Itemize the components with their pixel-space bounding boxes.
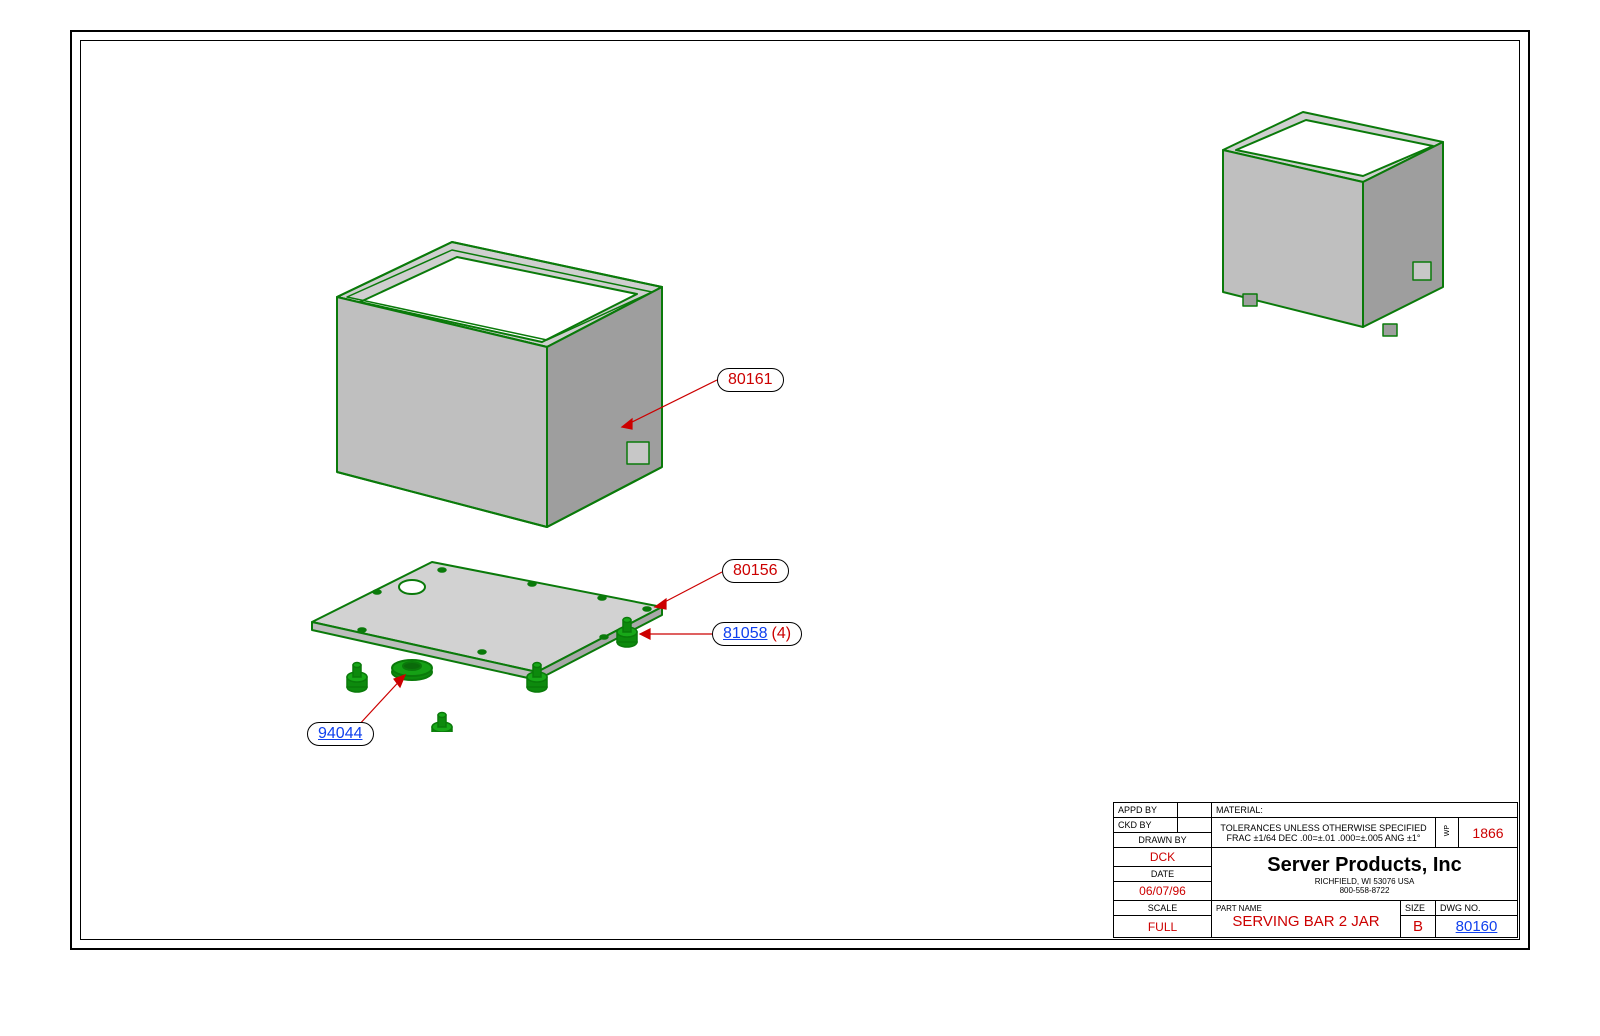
tb-material-lbl: MATERIAL: <box>1212 803 1518 818</box>
tb-drawn-by: DCK <box>1114 848 1212 867</box>
callout-pn: 80161 <box>728 371 773 389</box>
tb-dwg-lbl: DWG NO. <box>1436 901 1518 916</box>
tb-company: Server Products, Inc <box>1216 854 1513 877</box>
callout-94044: 94044 <box>307 722 374 746</box>
tb-partname-lbl: PART NAME <box>1216 904 1262 913</box>
assembled-view <box>1188 72 1488 372</box>
tb-wp-lbl: WP <box>1444 825 1451 836</box>
tb-partname: SERVING BAR 2 JAR <box>1216 913 1396 930</box>
tb-addr2: 800-558-8722 <box>1216 886 1513 895</box>
tb-addr1: RICHFIELD, WI 53076 USA <box>1216 877 1513 886</box>
tb-tol-1: TOLERANCES UNLESS OTHERWISE SPECIFIED <box>1216 823 1431 833</box>
tb-appd-lbl: APPD BY <box>1114 803 1178 818</box>
callout-80156: 80156 <box>722 559 789 583</box>
part-baseplate <box>312 562 662 680</box>
callout-pn: 80156 <box>733 562 778 580</box>
tb-wp: 1866 <box>1459 818 1518 848</box>
callout-pn-link[interactable]: 94044 <box>318 725 363 743</box>
title-block: APPD BY MATERIAL: CKD BY TOLERANCES UNLE… <box>1113 802 1518 938</box>
tb-tol-2: FRAC ±1/64 DEC .00=±.01 .000=±.005 ANG ±… <box>1216 833 1431 843</box>
tb-dwg-link[interactable]: 80160 <box>1456 918 1498 935</box>
callout-qty: (4) <box>772 625 792 643</box>
tb-ckd-lbl: CKD BY <box>1114 818 1178 833</box>
part-enclosure <box>337 242 662 527</box>
tb-scale: FULL <box>1114 916 1212 938</box>
tb-date-lbl: DATE <box>1114 867 1212 882</box>
tb-size-lbl: SIZE <box>1401 901 1436 916</box>
tb-date: 06/07/96 <box>1114 882 1212 901</box>
tb-appd-val <box>1178 803 1212 818</box>
drawing-sheet: 80161 80156 81058 (4) 94044 APPD BY MATE… <box>70 30 1530 950</box>
tb-drawn-lbl: DRAWN BY <box>1114 833 1212 848</box>
callout-81058: 81058 (4) <box>712 622 802 646</box>
tb-scale-lbl: SCALE <box>1114 901 1212 916</box>
callout-pn-link[interactable]: 81058 <box>723 625 768 643</box>
callout-80161: 80161 <box>717 368 784 392</box>
tb-size: B <box>1401 916 1436 938</box>
tb-ckd-val <box>1178 818 1212 833</box>
